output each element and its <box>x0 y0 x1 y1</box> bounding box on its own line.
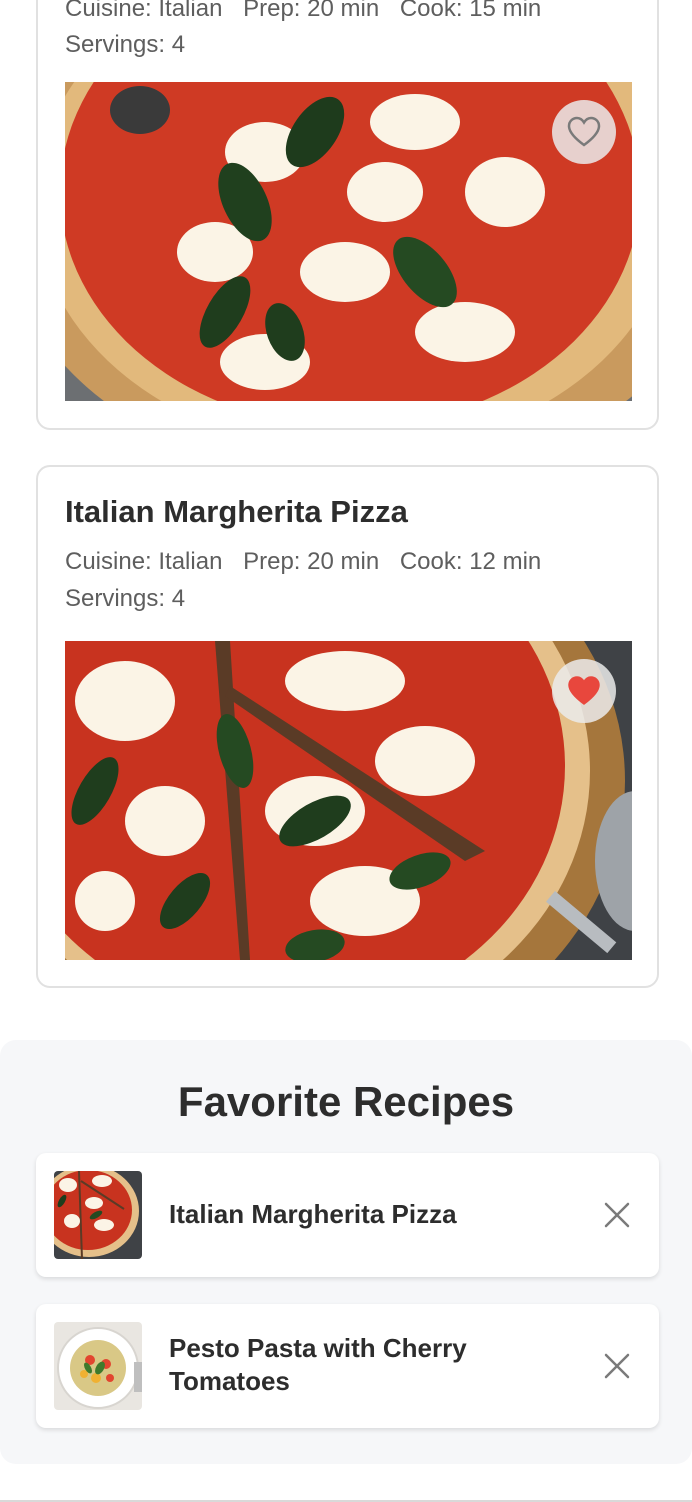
favorite-recipe-name: Pesto Pasta with Cherry Tomatoes <box>169 1333 467 1396</box>
pasta-thumbnail <box>54 1322 142 1410</box>
recipe-image <box>65 641 632 960</box>
pizza-photo <box>65 82 632 401</box>
heart-icon <box>568 676 600 705</box>
remove-favorite-button[interactable] <box>599 1348 635 1384</box>
recipe-cook-time: Cook: 12 min <box>399 548 542 575</box>
recipe-image <box>65 82 632 401</box>
pizza-photo <box>65 641 632 960</box>
close-icon <box>604 1353 630 1379</box>
recipe-page: Cuisine: Italian Prep: 20 min Cook: 15 m… <box>0 0 692 1502</box>
recipe-card[interactable]: Italian Margherita Pizza Cuisine: Italia… <box>36 465 659 988</box>
recipe-meta: Cuisine: Italian Prep: 20 min Cook: 15 m… <box>65 0 555 23</box>
favorite-toggle-button[interactable] <box>552 100 616 164</box>
recipe-cuisine: Cuisine: Italian <box>65 0 223 22</box>
close-icon <box>604 1202 630 1228</box>
favorite-list-item[interactable]: Pesto Pasta with Cherry Tomatoes <box>36 1304 659 1428</box>
recipe-prep-time: Prep: 20 min <box>243 548 380 575</box>
recipe-meta: Cuisine: Italian Prep: 20 min Cook: 12 m… <box>65 548 555 576</box>
recipe-servings: Servings: 4 <box>65 31 186 58</box>
remove-favorite-button[interactable] <box>599 1197 635 1233</box>
pizza-thumbnail <box>54 1171 142 1259</box>
recipe-cook-time: Cook: 15 min <box>399 0 542 22</box>
recipe-card[interactable]: Cuisine: Italian Prep: 20 min Cook: 15 m… <box>36 0 659 430</box>
favorite-list-item[interactable]: Italian Margherita Pizza <box>36 1153 659 1277</box>
favorite-toggle-button[interactable] <box>552 659 616 723</box>
recipe-title: Italian Margherita Pizza <box>65 494 408 529</box>
favorite-recipe-name: Italian Margherita Pizza <box>169 1199 457 1229</box>
recipe-cuisine: Cuisine: Italian <box>65 548 223 575</box>
heart-icon <box>567 116 601 147</box>
recipe-servings: Servings: 4 <box>65 585 186 612</box>
favorites-panel: Favorite Recipes Italian Margherita Pizz… <box>0 1040 692 1464</box>
favorites-title: Favorite Recipes <box>177 1078 515 1125</box>
recipe-prep-time: Prep: 20 min <box>243 0 380 22</box>
